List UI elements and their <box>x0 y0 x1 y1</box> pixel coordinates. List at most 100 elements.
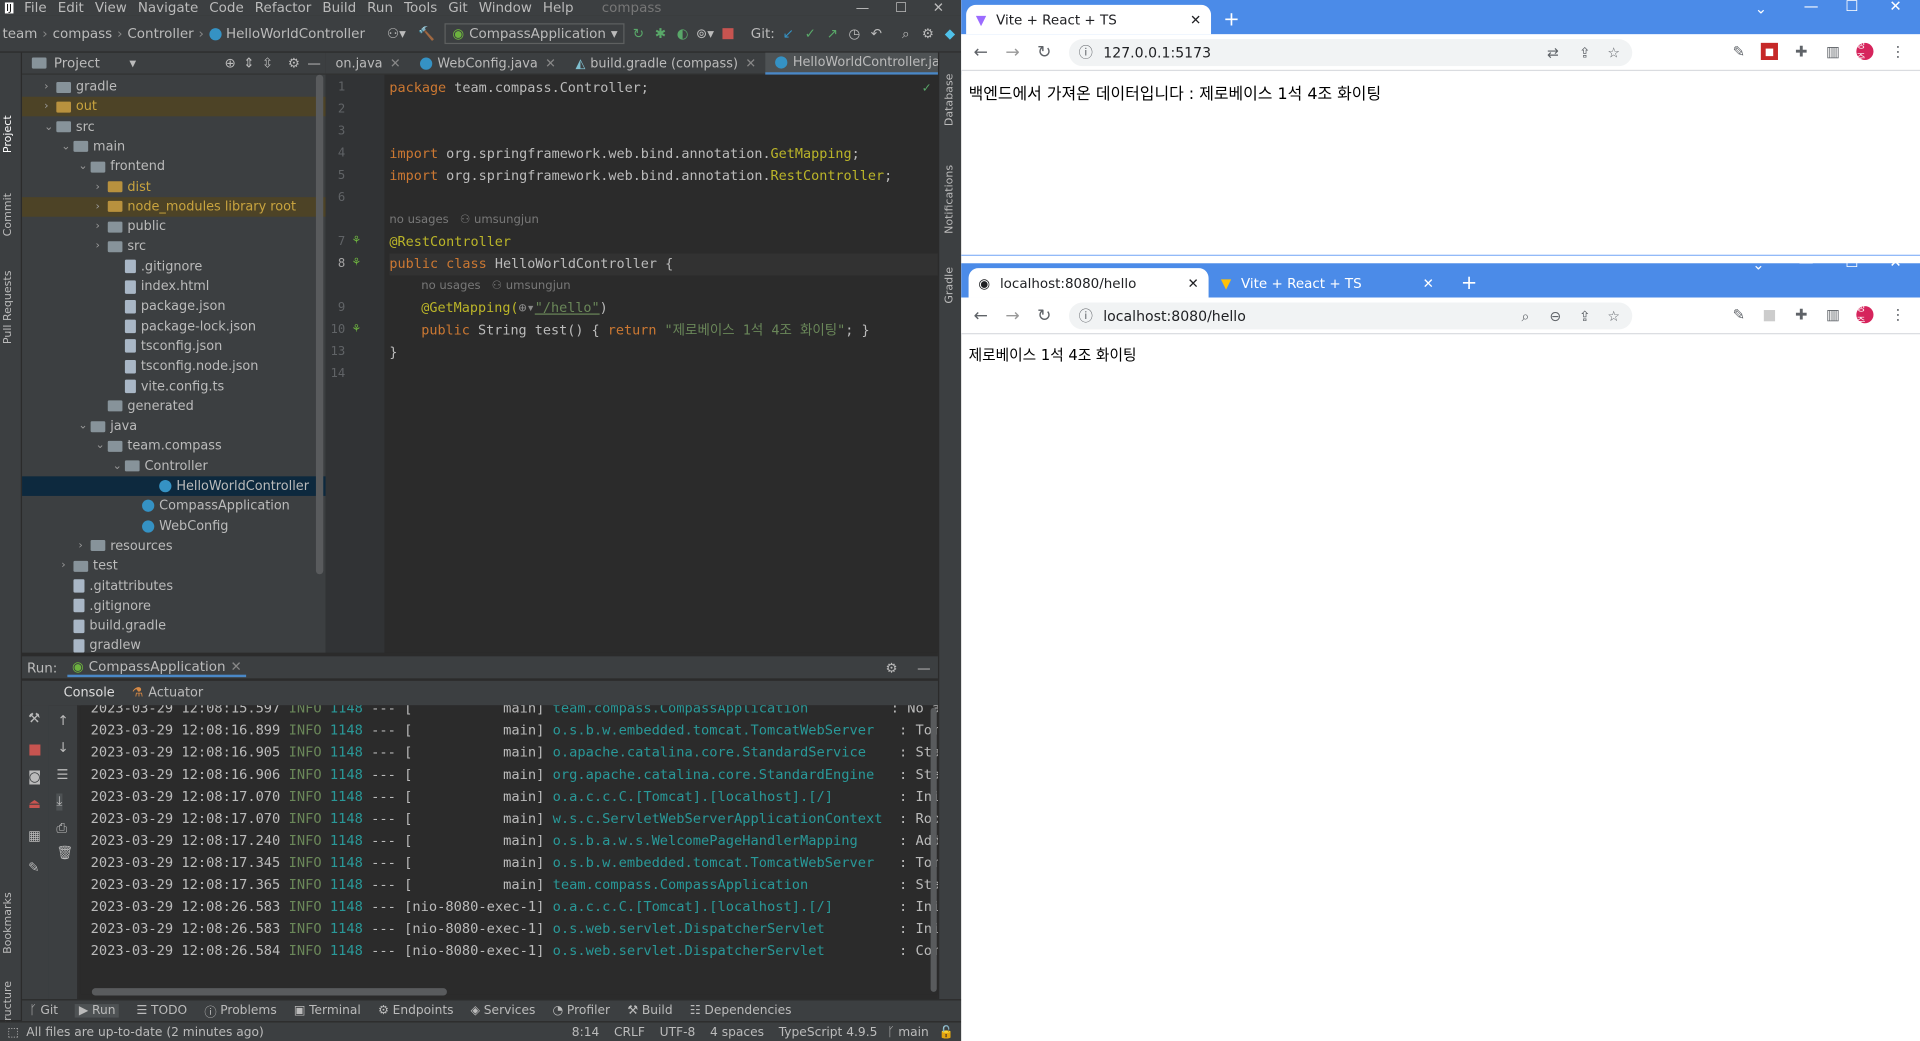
tree-item[interactable]: index.html <box>22 277 326 297</box>
chevron-down-icon[interactable]: ⌄ <box>78 161 90 173</box>
chevron-down-icon[interactable]: ▾ <box>129 55 136 71</box>
pin-icon[interactable]: ✎ <box>28 860 39 876</box>
share-icon[interactable]: ⇪ <box>1579 307 1591 324</box>
hide-icon[interactable]: — <box>917 659 930 675</box>
tool-database[interactable]: Database <box>944 74 956 127</box>
run-config-tab[interactable]: ◉ CompassApplication ✕ <box>67 658 247 677</box>
tab-console[interactable]: Console <box>64 686 115 701</box>
git-update-icon[interactable]: ↙ <box>780 24 797 44</box>
address-bar[interactable]: ⓘ 127.0.0.1:5173 ⇄ ⇪ ☆ <box>1068 39 1633 67</box>
chevron-right-icon[interactable]: › <box>44 101 56 113</box>
chevron-right-icon[interactable]: › <box>96 240 108 252</box>
tool-notifications[interactable]: Notifications <box>944 165 956 234</box>
tree-item[interactable]: ⌄ src <box>22 117 326 137</box>
close-icon[interactable]: ✕ <box>745 56 756 71</box>
bookmark-star-icon[interactable]: ☆ <box>1607 44 1620 61</box>
extension-red-icon[interactable]: ■ <box>1760 42 1778 61</box>
console-output[interactable]: 2023-03-29 12:08:15.597 INFO 1148 --- [ … <box>80 705 938 995</box>
tree-item[interactable]: › resources <box>22 536 326 556</box>
caret-position[interactable]: 8:14 <box>572 1026 600 1039</box>
indent[interactable]: 4 spaces <box>710 1026 764 1039</box>
new-tab-button[interactable]: + <box>1461 271 1477 294</box>
menu-navigate[interactable]: Navigate <box>138 0 198 16</box>
tab-helloworldcontroller[interactable]: HelloWorldController.java✕ <box>765 52 962 75</box>
gear-icon[interactable]: ⚙ <box>288 55 300 71</box>
tree-item[interactable]: ⌄ team.compass <box>22 436 326 456</box>
browser-tab-vite[interactable]: ▼ Vite + React + TS ✕ <box>966 4 1212 35</box>
bottom-tab-todo[interactable]: ☰ TODO <box>136 1004 187 1017</box>
plugin-icon[interactable]: ◆ <box>941 24 958 44</box>
tree-item[interactable]: generated <box>22 396 326 416</box>
rerun-icon[interactable]: ↻ <box>630 24 647 44</box>
chevron-right-icon[interactable]: › <box>96 181 108 193</box>
menu-view[interactable]: View <box>95 0 127 16</box>
close-icon[interactable]: ✕ <box>390 56 401 71</box>
menu-git[interactable]: Git <box>448 0 467 16</box>
lock-icon[interactable]: 🔓 <box>939 1026 954 1039</box>
close-icon[interactable]: ✕ <box>1187 275 1198 291</box>
scroll-down-icon[interactable]: ↓ <box>58 740 69 756</box>
bottom-tab-run[interactable]: ▶ Run <box>75 1004 120 1018</box>
tool-gradle[interactable]: Gradle <box>944 267 956 304</box>
menu-window[interactable]: Window <box>479 0 532 16</box>
tab-search-icon[interactable]: ⌄ <box>1752 256 1764 273</box>
side-panel-icon[interactable]: ▥ <box>1825 43 1842 60</box>
tree-item[interactable]: vite.config.ts <box>22 377 326 397</box>
tree-item[interactable]: tsconfig.json <box>22 337 326 357</box>
back-icon[interactable]: ← <box>973 306 987 326</box>
tree-item[interactable]: package.json <box>22 297 326 317</box>
spring-bean-icon[interactable]: ⚘ <box>353 256 360 269</box>
layout-icon[interactable]: ▦ <box>28 828 41 844</box>
bookmark-star-icon[interactable]: ☆ <box>1607 307 1620 324</box>
settings-icon[interactable]: ⚙ <box>919 24 936 44</box>
tab-search-icon[interactable]: ⌄ <box>1755 0 1767 17</box>
run-config-selector[interactable]: ◉ CompassApplication ▾ <box>445 23 625 45</box>
chevron-down-icon[interactable]: ⌄ <box>61 141 73 153</box>
address-bar[interactable]: ⓘ localhost:8080/hello ⌕ ⊖ ⇪ ☆ <box>1068 302 1633 330</box>
puzzle-icon[interactable]: ✚ <box>1793 306 1810 323</box>
chevron-down-icon[interactable]: ⌄ <box>96 440 108 452</box>
exit-icon[interactable]: ⏏ <box>28 796 41 812</box>
tree-item[interactable]: › out <box>22 97 326 117</box>
minimize-icon[interactable]: — <box>1799 253 1814 270</box>
status-message[interactable]: All files are up-to-date (2 minutes ago) <box>26 1026 264 1039</box>
user-icon[interactable]: ⚇▾ <box>387 24 406 44</box>
menu-code[interactable]: Code <box>209 0 243 16</box>
close-icon[interactable]: ✕ <box>1190 12 1201 28</box>
stop-icon[interactable] <box>719 24 736 44</box>
tree-item[interactable]: ⌄ Controller <box>22 456 326 476</box>
bottom-tab-endpoints[interactable]: ⚙ Endpoints <box>378 1004 454 1017</box>
tree-item[interactable]: › test <box>22 556 326 576</box>
history-icon[interactable]: ◷ <box>846 24 863 44</box>
search-icon[interactable]: ⌕ <box>897 24 914 44</box>
eyedropper-icon[interactable]: ✎ <box>1730 306 1747 323</box>
chevron-right-icon[interactable]: › <box>78 540 90 552</box>
gear-icon[interactable]: ⚙ <box>885 659 897 675</box>
tool-project[interactable]: Project <box>2 115 14 153</box>
coverage-icon[interactable]: ◐ <box>674 24 691 44</box>
share-icon[interactable]: ⇪ <box>1579 44 1591 61</box>
tree-item[interactable]: CompassApplication <box>22 496 326 516</box>
tab-on-java[interactable]: on.java ✕ <box>326 52 411 74</box>
menu-edit[interactable]: Edit <box>58 0 84 16</box>
tab-webconfig[interactable]: WebConfig.java ✕ <box>410 52 565 74</box>
tree-item[interactable]: .gitignore <box>22 257 326 277</box>
actuator-tab[interactable]: ⚗ Actuator <box>132 686 203 701</box>
menu-refactor[interactable]: Refactor <box>255 0 312 16</box>
soft-wrap-icon[interactable]: ☰ <box>56 767 68 783</box>
git-push-icon[interactable]: ↗ <box>824 24 841 44</box>
menu-run[interactable]: Run <box>367 0 393 16</box>
tool-bookmarks[interactable]: Bookmarks <box>2 892 14 954</box>
collapse-all-icon[interactable]: ⇳ <box>262 55 273 71</box>
rollback-icon[interactable]: ↶ <box>868 24 885 44</box>
info-icon[interactable]: ⓘ <box>1079 43 1093 63</box>
tree-item[interactable]: .gitattributes <box>22 576 326 596</box>
breadcrumb-compass[interactable]: compass <box>53 26 113 42</box>
browser-tab-vite[interactable]: ▼ Vite + React + TS ✕ <box>1211 268 1444 297</box>
chevron-right-icon[interactable]: › <box>44 81 56 93</box>
tree-item[interactable]: ⌄ main <box>22 137 326 157</box>
tree-item[interactable]: WebConfig <box>22 516 326 536</box>
maximize-icon[interactable]: ☐ <box>1845 253 1858 270</box>
minimize-icon[interactable]: — <box>856 0 869 16</box>
globe-icon[interactable]: ⊕▾ <box>519 300 535 316</box>
